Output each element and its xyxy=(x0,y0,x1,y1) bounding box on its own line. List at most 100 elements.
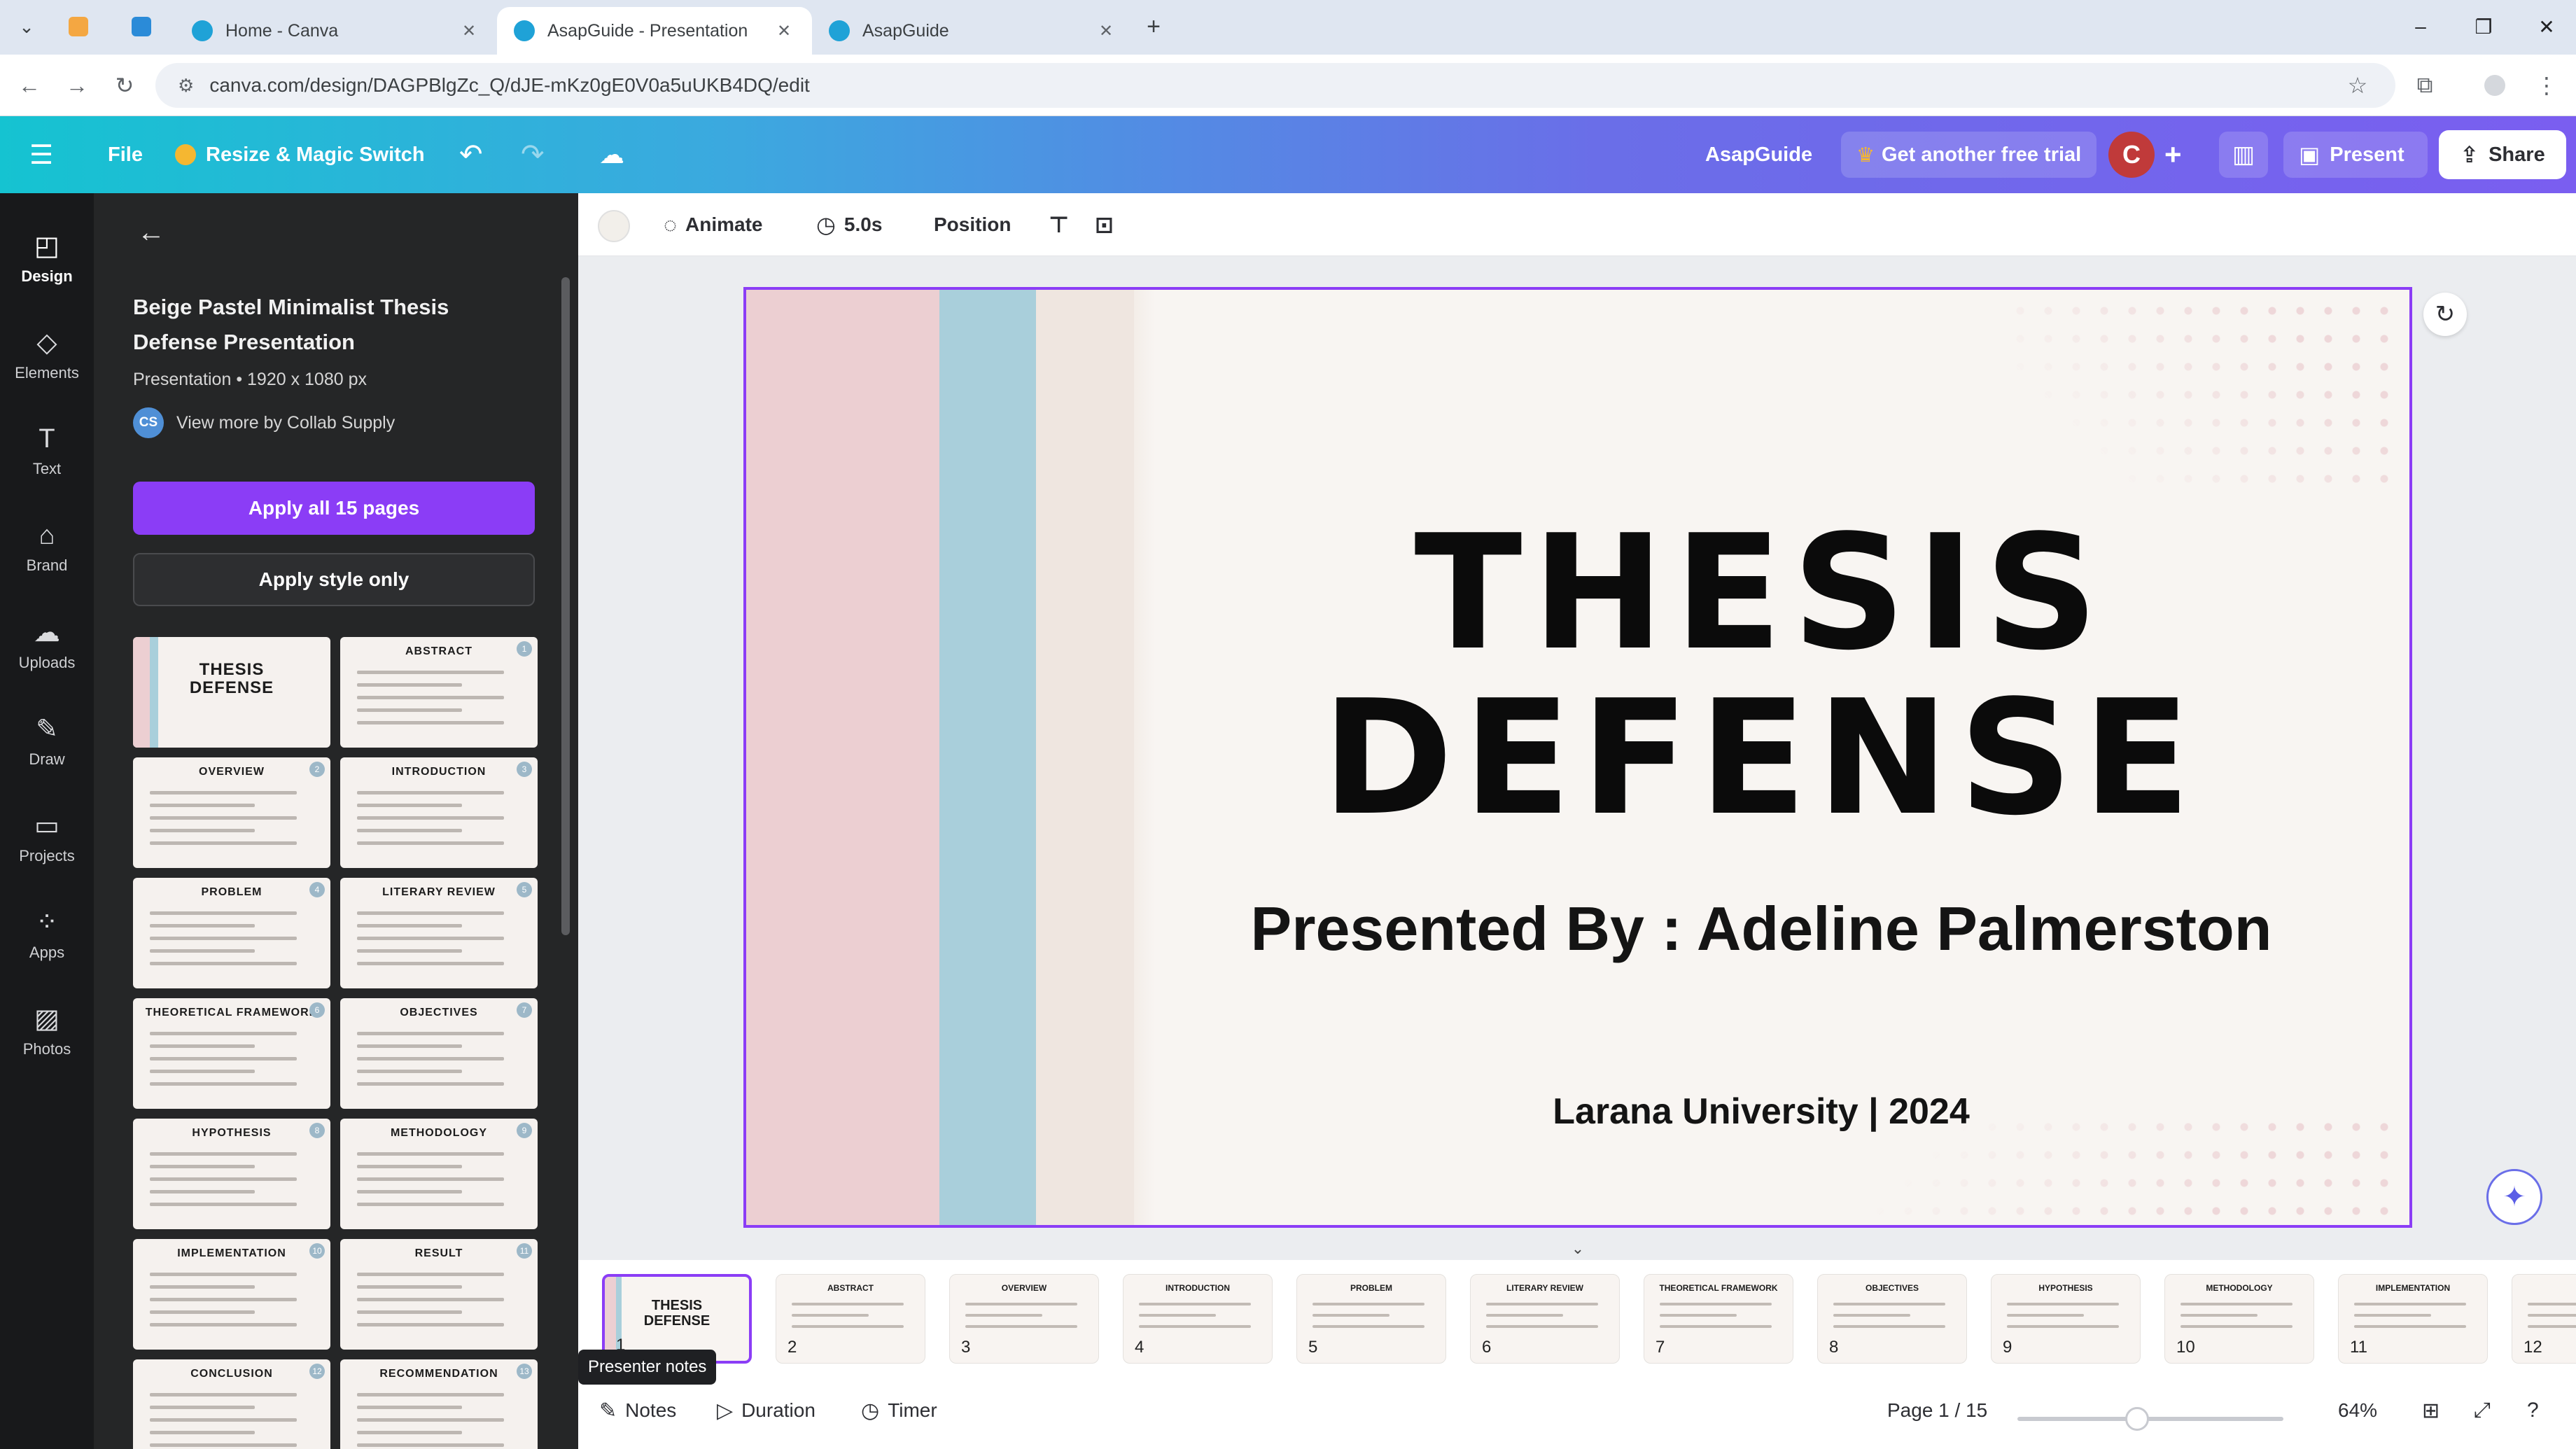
slide-university-text[interactable]: Larana University | 2024 xyxy=(1236,1091,2286,1133)
close-tab-icon[interactable]: ✕ xyxy=(458,20,480,42)
new-tab-icon[interactable]: + xyxy=(1137,10,1170,43)
template-page-tile[interactable]: INTRODUCTION 3 xyxy=(340,757,538,868)
rail-item-draw[interactable]: ✎ Draw xyxy=(0,699,94,783)
notes-button[interactable]: ✎ Notes xyxy=(599,1393,676,1428)
insights-chart-icon[interactable]: ▥ xyxy=(2219,132,2268,178)
free-trial-button[interactable]: ♛ Get another free trial xyxy=(1841,132,2097,178)
template-page-tile[interactable]: ABSTRACT 1 xyxy=(340,637,538,748)
page-thumbnail[interactable]: METHODOLOGY 10 xyxy=(2164,1274,2314,1364)
rail-item-elements[interactable]: ◇ Elements xyxy=(0,312,94,396)
design-title[interactable]: AsapGuide xyxy=(1705,134,1812,175)
timer-button[interactable]: ◷ Timer xyxy=(861,1393,937,1428)
page-thumbnail[interactable]: OBJECTIVES 8 xyxy=(1817,1274,1967,1364)
back-arrow-icon[interactable]: ← xyxy=(132,213,171,252)
page-thumbnail[interactable]: ABSTRACT 2 xyxy=(776,1274,925,1364)
slide-title[interactable]: THESIS DEFENSE xyxy=(1236,511,2286,841)
undo-icon[interactable]: ↶ xyxy=(459,134,483,175)
template-page-tile[interactable]: OVERVIEW 2 xyxy=(133,757,330,868)
page-thumbnail[interactable]: 12 xyxy=(2512,1274,2576,1364)
zoom-slider-handle[interactable] xyxy=(2125,1407,2149,1431)
page-thumbnail[interactable]: THEORETICAL FRAMEWORK 7 xyxy=(1644,1274,1793,1364)
apply-all-pages-button[interactable]: Apply all 15 pages xyxy=(133,482,535,535)
grid-view-icon[interactable]: ⊞ xyxy=(2422,1393,2448,1428)
panel-scrollbar[interactable] xyxy=(561,277,570,935)
bookmark-star-icon[interactable]: ☆ xyxy=(2341,69,2374,102)
rail-item-projects[interactable]: ▭ Projects xyxy=(0,795,94,879)
tab-home-canva[interactable]: Home - Canva ✕ xyxy=(175,7,497,55)
slide-canvas[interactable]: THESIS DEFENSE Presented By : Adeline Pa… xyxy=(743,287,2412,1228)
tab-asapguide-presentation[interactable]: AsapGuide - Presentation ✕ xyxy=(497,7,812,55)
background-color-swatch[interactable] xyxy=(598,210,630,242)
minimize-icon[interactable]: – xyxy=(2400,11,2442,42)
page-indicator[interactable]: Page 1 / 15 xyxy=(1887,1393,1987,1428)
animate-button[interactable]: ◌ Animate xyxy=(664,207,762,242)
template-page-tile[interactable]: LITERARY REVIEW 5 xyxy=(340,878,538,988)
rail-item-apps[interactable]: ⁘ Apps xyxy=(0,892,94,976)
page-thumbnail[interactable]: OVERVIEW 3 xyxy=(949,1274,1099,1364)
template-page-tile[interactable]: THESIS DEFENSE xyxy=(133,637,330,748)
template-page-tile[interactable]: IMPLEMENTATION 10 xyxy=(133,1239,330,1350)
redo-icon[interactable]: ↷ xyxy=(521,134,545,175)
rail-item-brand[interactable]: ⌂ Brand xyxy=(0,505,94,589)
slide-presenter-text[interactable]: Presented By : Adeline Palmerston xyxy=(1166,893,2356,965)
share-button[interactable]: ⇪ Share xyxy=(2439,130,2566,179)
profile-icon[interactable] xyxy=(2478,69,2512,102)
position-button[interactable]: Position xyxy=(934,207,1011,242)
apply-style-only-button[interactable]: Apply style only xyxy=(133,553,535,606)
forward-icon[interactable]: → xyxy=(60,69,94,102)
help-icon[interactable]: ? xyxy=(2527,1393,2547,1428)
close-window-icon[interactable]: ✕ xyxy=(2526,11,2568,42)
page-thumbnail[interactable]: INTRODUCTION 4 xyxy=(1123,1274,1273,1364)
back-icon[interactable]: ← xyxy=(13,69,46,102)
site-info-icon[interactable]: ⚙ xyxy=(178,75,194,97)
extensions-icon[interactable]: ⧉ xyxy=(2408,69,2442,102)
close-tab-icon[interactable]: ✕ xyxy=(1095,20,1117,42)
duration-toggle[interactable]: ▷ Duration xyxy=(717,1393,816,1428)
pinned-tab-1[interactable] xyxy=(62,10,95,43)
page-thumbnail[interactable]: IMPLEMENTATION 11 xyxy=(2338,1274,2488,1364)
file-menu[interactable]: File xyxy=(108,134,143,175)
template-page-tile[interactable]: OBJECTIVES 7 xyxy=(340,998,538,1109)
rail-item-photos[interactable]: ▨ Photos xyxy=(0,988,94,1072)
cloud-saved-icon[interactable]: ☁ xyxy=(599,134,624,175)
magic-assistant-icon[interactable]: ✦ xyxy=(2486,1169,2542,1225)
present-button[interactable]: ▣ Present xyxy=(2283,132,2428,178)
url-field[interactable]: ⚙ canva.com/design/DAGPBlgZc_Q/dJE-mKz0g… xyxy=(155,63,2395,108)
browser-menu-icon[interactable]: ⋮ xyxy=(2530,69,2563,102)
resize-magic-switch-button[interactable]: Resize & Magic Switch xyxy=(175,134,425,175)
tab-asapguide[interactable]: AsapGuide ✕ xyxy=(812,7,1134,55)
template-page-tile[interactable]: METHODOLOGY 9 xyxy=(340,1119,538,1229)
lock-icon[interactable]: ⊡ xyxy=(1095,207,1122,242)
page-thumbnail[interactable]: PROBLEM 5 xyxy=(1296,1274,1446,1364)
rail-item-text[interactable]: T Text xyxy=(0,409,94,493)
restore-icon[interactable]: ❐ xyxy=(2463,11,2505,42)
author-link[interactable]: CS View more by Collab Supply xyxy=(133,407,395,438)
close-tab-icon[interactable]: ✕ xyxy=(773,20,795,42)
template-page-tile[interactable]: PROBLEM 4 xyxy=(133,878,330,988)
duration-button[interactable]: ◷ 5.0s xyxy=(816,207,882,242)
refresh-page-icon[interactable]: ↻ xyxy=(2423,293,2467,336)
template-page-tile[interactable]: RESULT 11 xyxy=(340,1239,538,1350)
template-page-tile[interactable]: RECOMMENDATION 13 xyxy=(340,1359,538,1449)
fullscreen-icon[interactable]: ⤢ xyxy=(2474,1393,2499,1428)
template-page-tile[interactable]: CONCLUSION 12 xyxy=(133,1359,330,1449)
collapse-strip-chevron-icon[interactable]: ⌄ xyxy=(1564,1239,1592,1259)
rail-item-design[interactable]: ◰ Design xyxy=(0,216,94,300)
zoom-slider-track[interactable] xyxy=(2017,1417,2283,1421)
zoom-percentage[interactable]: 64% xyxy=(2338,1393,2377,1428)
template-page-tile[interactable]: HYPOTHESIS 8 xyxy=(133,1119,330,1229)
animate-label: Animate xyxy=(685,214,763,235)
paint-format-icon[interactable]: ⊤ xyxy=(1049,207,1077,242)
reload-icon[interactable]: ↻ xyxy=(108,69,141,102)
hamburger-menu-icon[interactable]: ☰ xyxy=(29,134,53,175)
tile-text-line xyxy=(357,1044,462,1048)
tile-text-line xyxy=(357,1285,462,1289)
template-page-tile[interactable]: THEORETICAL FRAMEWORK 6 xyxy=(133,998,330,1109)
page-thumbnail[interactable]: HYPOTHESIS 9 xyxy=(1991,1274,2141,1364)
page-thumbnail[interactable]: LITERARY REVIEW 6 xyxy=(1470,1274,1620,1364)
pinned-tab-2[interactable] xyxy=(125,10,158,43)
add-collaborator-icon[interactable]: + xyxy=(2164,134,2182,175)
rail-item-uploads[interactable]: ☁ Uploads xyxy=(0,602,94,686)
tab-search-dropdown-icon[interactable]: ⌄ xyxy=(10,10,43,43)
avatar[interactable]: C xyxy=(2108,132,2155,178)
